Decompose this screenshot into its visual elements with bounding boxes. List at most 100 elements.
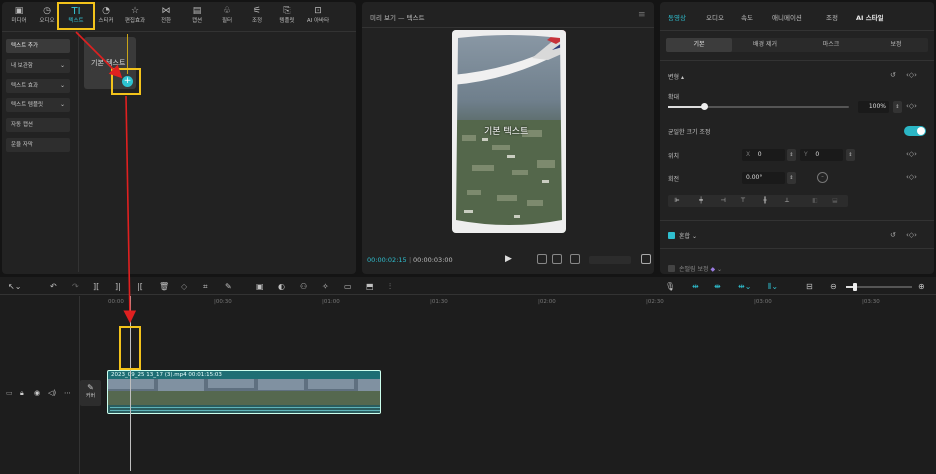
sidebar-item-my-library[interactable]: 내 보관함 ⌄ <box>6 59 70 73</box>
subtab-correction[interactable]: 보정 <box>864 38 928 52</box>
caption-tool-icon[interactable]: ▭ <box>344 282 352 291</box>
keyframe-icon[interactable]: ‹◇› <box>906 173 917 181</box>
visibility-icon[interactable]: ◉ <box>34 389 40 397</box>
overlay-text[interactable]: 기본 텍스트 <box>484 124 528 137</box>
person-icon[interactable]: ⚇ <box>300 282 307 291</box>
sidebar-item-add-text[interactable]: 텍스트 추가 <box>6 39 70 53</box>
tab-transition[interactable]: ⋈ 전환 <box>153 6 179 26</box>
microphone-icon[interactable]: 🎙 <box>665 282 675 291</box>
play-button[interactable]: ▶ <box>505 254 512 264</box>
zoom-fit-icon[interactable] <box>570 254 580 264</box>
fullscreen-icon[interactable] <box>641 254 651 264</box>
scale-value[interactable]: 100% <box>858 101 889 113</box>
aspect-ratio-select[interactable] <box>589 256 631 264</box>
x-label: X <box>746 151 751 158</box>
crop-tool-icon[interactable]: ⌗ <box>203 282 208 292</box>
undo-icon[interactable]: ↶ <box>50 282 57 291</box>
zoom-out-icon[interactable]: ⊖ <box>830 282 837 291</box>
blend-checkbox[interactable] <box>668 232 675 239</box>
tab-caption[interactable]: ▤ 캡션 <box>184 6 210 26</box>
tab-adjust[interactable]: ⚟ 조정 <box>244 6 270 26</box>
stabilize-section[interactable]: 손떨림 보정 ◆ ⌄ <box>679 264 722 273</box>
rotate-dial-icon[interactable]: – <box>817 172 828 183</box>
chevron-down-icon: ⌄ <box>59 101 65 108</box>
more-icon[interactable]: ⋯ <box>64 389 71 397</box>
sidebar-item-lyrics[interactable]: 운율 자막 <box>6 138 70 152</box>
position-x-field[interactable]: X 0 <box>742 149 785 161</box>
redo-icon[interactable]: ↷ <box>72 282 79 291</box>
zoom-slider-handle[interactable] <box>853 283 857 291</box>
subtab-remove-bg[interactable]: 배경 제거 <box>732 38 798 52</box>
sidebar-item-text-templates[interactable]: 텍스트 템플릿 ⌄ <box>6 98 70 112</box>
subtab-basic[interactable]: 기본 <box>666 38 732 52</box>
audio-wave-icon[interactable]: ⫶ <box>389 282 391 292</box>
menu-icon[interactable]: ≡ <box>638 10 646 20</box>
fit-timeline-icon[interactable]: ⊟ <box>806 282 813 291</box>
keyframe-icon[interactable]: ‹◇› <box>906 231 917 239</box>
blend-section[interactable]: 혼합 ⌄ <box>679 231 697 240</box>
zoom-in-icon[interactable]: ⊕ <box>918 282 925 291</box>
mark-icon[interactable]: ◇ <box>181 282 187 291</box>
transform-section[interactable]: 변형 ▴ <box>668 72 684 81</box>
lock-icon[interactable]: 🔒︎ <box>20 389 24 398</box>
tab-ai-style[interactable]: AI 스타일 <box>856 12 884 22</box>
link-main-track-icon[interactable]: ⇹ <box>692 282 699 291</box>
split-right-icon[interactable]: |[ <box>137 282 143 291</box>
tab-video[interactable]: 동영상 <box>668 12 686 22</box>
ruler-label: |03:30 <box>862 299 880 305</box>
cursor-select-icon[interactable]: ↖⌄ <box>8 282 21 291</box>
tab-media[interactable]: ▣ 미디어 <box>6 6 32 26</box>
linkage-icon[interactable]: ⫴⌄ <box>768 282 778 292</box>
reverse-icon[interactable]: ◐ <box>278 282 285 291</box>
align-center-h-icon[interactable]: ╪ <box>694 195 708 207</box>
reset-icon[interactable]: ↺ <box>890 231 896 239</box>
tab-prop-audio[interactable]: 오디오 <box>706 12 724 22</box>
playhead[interactable] <box>130 296 131 471</box>
align-center-v-icon[interactable]: ╫ <box>758 195 772 207</box>
auto-reframe-icon[interactable]: ✎ <box>225 282 232 291</box>
cover-button[interactable]: ✎ 커버 <box>80 380 101 406</box>
keyframe-icon[interactable]: ‹◇› <box>906 102 917 110</box>
keyframe-icon[interactable]: ‹◇› <box>906 71 917 79</box>
split-left-icon[interactable]: ]| <box>115 282 121 291</box>
tab-ai-avatar[interactable]: ⊡ AI 아바타 <box>305 6 331 26</box>
delete-icon[interactable]: 🗑 <box>159 282 169 291</box>
ratio-icon[interactable] <box>537 254 547 264</box>
uniform-scale-toggle[interactable] <box>904 126 926 136</box>
crop-icon[interactable] <box>552 254 562 264</box>
flip-h-icon[interactable]: ◧ <box>808 195 822 207</box>
keyframe-icon[interactable]: ‹◇› <box>906 150 917 158</box>
align-left-icon[interactable]: ⊫ <box>670 195 684 207</box>
rotate-field[interactable]: 0.00° <box>742 172 785 184</box>
stabilize-checkbox[interactable] <box>668 265 675 272</box>
export-frame-icon[interactable]: ⬒ <box>366 282 374 291</box>
reset-icon[interactable]: ↺ <box>890 71 896 79</box>
tab-speed[interactable]: 속도 <box>741 12 753 22</box>
tab-animation[interactable]: 애니메이션 <box>772 12 802 22</box>
sidebar-item-text-effects[interactable]: 텍스트 효과 ⌄ <box>6 79 70 93</box>
snap-icon[interactable]: ⇹⌄ <box>738 282 751 291</box>
position-y-field[interactable]: Y 0 <box>800 149 843 161</box>
tab-sticker[interactable]: ◔ 스티커 <box>93 6 119 26</box>
align-top-icon[interactable]: ⊤ <box>736 195 750 207</box>
split-icon[interactable]: ][ <box>93 282 99 291</box>
tab-prop-adjust[interactable]: 조정 <box>826 12 838 22</box>
flip-v-icon[interactable]: ⬓ <box>828 195 842 207</box>
sidebar-item-auto-caption[interactable]: 자동 캡션 <box>6 118 70 132</box>
position-x-stepper[interactable]: ⇕ <box>787 149 796 161</box>
freeze-icon[interactable]: ▣ <box>256 282 264 291</box>
scale-stepper[interactable]: ⇕ <box>893 101 902 113</box>
rotate-stepper[interactable]: ⇕ <box>787 172 796 184</box>
tab-template[interactable]: ⎘ 템플릿 <box>274 6 300 26</box>
main-track-header: ▭ 🔒︎ ◉ ◁) ⋯ <box>0 380 80 410</box>
mute-icon[interactable]: ◁) <box>48 389 56 397</box>
tab-filter[interactable]: ♧ 필터 <box>214 6 240 26</box>
magic-icon[interactable]: ✧ <box>322 282 329 291</box>
tab-effects[interactable]: ☆ 편집효과 <box>122 6 148 26</box>
align-bottom-icon[interactable]: ⊥ <box>780 195 794 207</box>
video-clip[interactable]: 2023_09_25 13_17 (3).mp4 00:01:15:03 <box>107 370 381 414</box>
preview-axis-icon[interactable]: ⇼ <box>714 282 721 291</box>
align-right-icon[interactable]: ⊣ <box>716 195 730 207</box>
subtab-mask[interactable]: 마스크 <box>798 38 864 52</box>
position-y-stepper[interactable]: ⇕ <box>846 149 855 161</box>
